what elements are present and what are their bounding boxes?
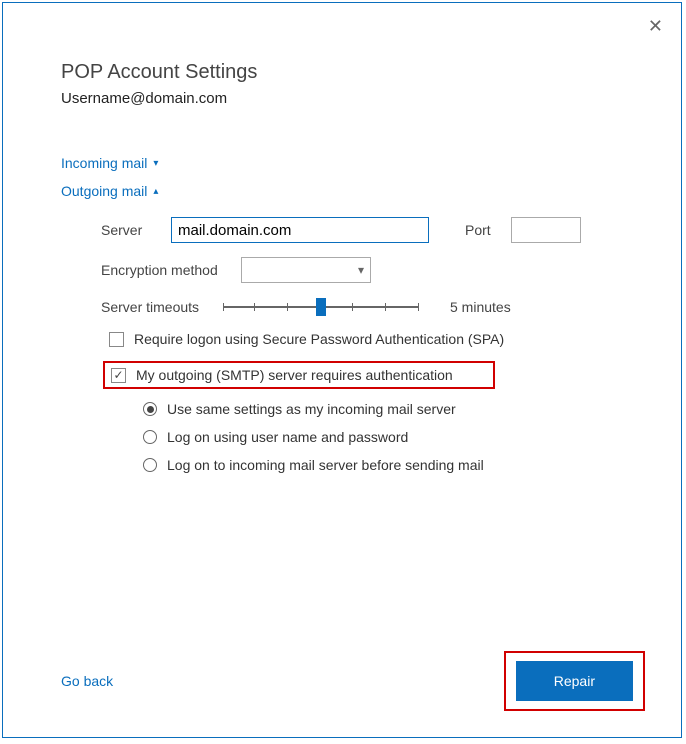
auth-option-same[interactable]: Use same settings as my incoming mail se… [143,401,623,417]
auth-option-logon[interactable]: Log on using user name and password [143,429,623,445]
timeout-row: Server timeouts 5 minutes [101,297,623,317]
auth-logon-label: Log on using user name and password [167,429,408,445]
chevron-up-icon: ▴ [153,186,158,197]
chevron-down-icon: ▾ [153,158,158,169]
server-row: Server Port [101,217,623,243]
spa-label: Require logon using Secure Password Auth… [134,331,504,347]
close-icon[interactable]: ✕ [648,17,663,35]
radio-same[interactable] [143,402,157,416]
encryption-label: Encryption method [101,262,231,278]
dialog-content: POP Account Settings Username@domain.com… [3,3,681,473]
dialog-title: POP Account Settings [61,61,623,84]
pop-settings-dialog: ✕ POP Account Settings Username@domain.c… [2,2,682,738]
smtp-auth-checkbox[interactable] [111,368,126,383]
incoming-mail-toggle[interactable]: Incoming mail ▾ [61,155,623,171]
encryption-select[interactable] [241,257,371,283]
timeout-label: Server timeouts [101,299,209,315]
repair-highlight: Repair [504,651,645,711]
smtp-auth-options: Use same settings as my incoming mail se… [101,401,623,473]
account-email: Username@domain.com [61,90,623,107]
spa-row[interactable]: Require logon using Secure Password Auth… [109,331,623,347]
outgoing-mail-section: Server Port Encryption method Server tim… [61,211,623,473]
outgoing-mail-label: Outgoing mail [61,183,147,199]
smtp-auth-label: My outgoing (SMTP) server requires authe… [136,367,453,383]
timeout-slider[interactable] [223,297,418,317]
encryption-row: Encryption method [101,257,623,283]
port-input[interactable] [511,217,581,243]
dialog-footer: Go back Repair [61,651,645,711]
repair-button[interactable]: Repair [516,661,633,701]
auth-same-label: Use same settings as my incoming mail se… [167,401,456,417]
outgoing-mail-toggle[interactable]: Outgoing mail ▴ [61,183,623,199]
spa-checkbox[interactable] [109,332,124,347]
radio-logon[interactable] [143,430,157,444]
server-input[interactable] [171,217,429,243]
slider-thumb[interactable] [316,298,326,316]
radio-incoming-first[interactable] [143,458,157,472]
timeout-value: 5 minutes [450,299,511,315]
go-back-link[interactable]: Go back [61,673,113,689]
auth-incoming-first-label: Log on to incoming mail server before se… [167,457,484,473]
server-label: Server [101,222,161,238]
smtp-auth-highlight: My outgoing (SMTP) server requires authe… [103,361,495,389]
port-label: Port [465,222,491,238]
incoming-mail-label: Incoming mail [61,155,147,171]
auth-option-incoming-first[interactable]: Log on to incoming mail server before se… [143,457,623,473]
